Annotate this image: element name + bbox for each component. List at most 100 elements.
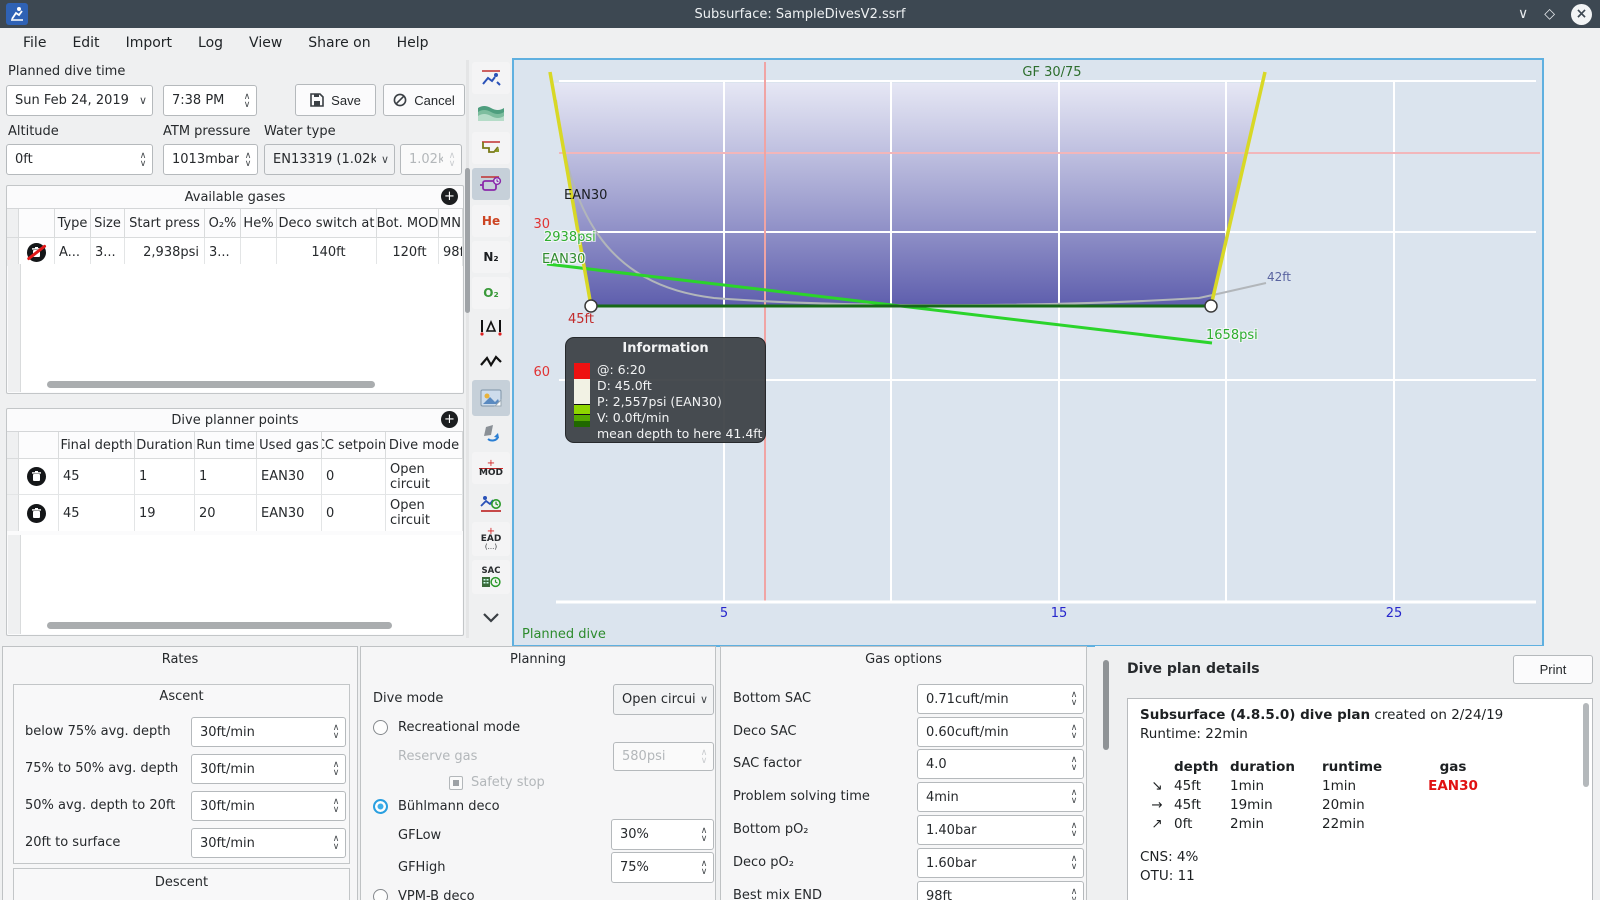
calculated-ceiling-toggle[interactable]: [472, 132, 510, 164]
col-bot-mod[interactable]: Bot. MOD: [377, 209, 439, 238]
col-duration[interactable]: Duration: [135, 432, 195, 459]
col-cc-setpoint[interactable]: CC setpoint: [322, 432, 386, 459]
gases-hscrollbar[interactable]: [47, 381, 375, 388]
col-type[interactable]: Type: [55, 209, 91, 238]
waypoint-handle[interactable]: [584, 299, 598, 313]
col-dive-mode[interactable]: Dive mode: [386, 432, 463, 459]
cell-o2[interactable]: 3...: [205, 238, 241, 266]
delete-point-icon[interactable]: [19, 459, 59, 495]
cell-final-depth[interactable]: 45: [59, 459, 135, 495]
bottom-po2-spinner[interactable]: 1.40bar: [917, 815, 1084, 845]
rate-spinner[interactable]: 30ft/min: [191, 791, 346, 821]
col-deco-switch[interactable]: Deco switch at: [277, 209, 377, 238]
cell-used-gas[interactable]: EAN30: [257, 459, 322, 495]
cell-deco-switch[interactable]: 140ft: [277, 238, 377, 266]
dive-date-select[interactable]: Sun Feb 24, 2019: [6, 85, 153, 116]
cell-used-gas[interactable]: EAN30: [257, 495, 322, 531]
dive-time-spinner[interactable]: 7:38 PM: [163, 85, 257, 116]
flip-profile-button[interactable]: [472, 418, 510, 450]
col-final-depth[interactable]: Final depth: [59, 432, 135, 459]
best-mix-end-spinner[interactable]: 98ft: [917, 881, 1084, 900]
menu-share-on[interactable]: Share on: [295, 35, 383, 51]
menu-help[interactable]: Help: [384, 35, 442, 51]
buhlmann-deco-radio[interactable]: [373, 799, 388, 814]
cell-final-depth[interactable]: 45: [59, 495, 135, 531]
cell-duration[interactable]: 1: [135, 459, 195, 495]
cell-mnd[interactable]: 98f: [439, 238, 463, 266]
menu-view[interactable]: View: [236, 35, 295, 51]
cell-cc-setpoint[interactable]: 0: [322, 495, 386, 531]
col-run-time[interactable]: Run time: [195, 432, 257, 459]
col-he[interactable]: He%: [241, 209, 277, 238]
points-hscrollbar[interactable]: [47, 622, 392, 629]
menu-import[interactable]: Import: [113, 35, 185, 51]
add-gas-button[interactable]: [441, 188, 458, 205]
cell-cc-setpoint[interactable]: 0: [322, 459, 386, 495]
rate-spinner[interactable]: 30ft/min: [191, 828, 346, 858]
cell-dive-mode[interactable]: Open circuit: [386, 459, 463, 495]
deco-po2-spinner[interactable]: 1.60bar: [917, 848, 1084, 878]
col-mnd[interactable]: MN: [439, 209, 463, 238]
ruler-toggle[interactable]: [472, 311, 510, 343]
dive-mode-select[interactable]: Open circuit: [613, 684, 714, 715]
gflow-spinner[interactable]: 30%: [611, 819, 714, 850]
cell-start-press[interactable]: 2,938psi: [125, 238, 205, 266]
maximize-icon[interactable]: ◇: [1544, 7, 1555, 21]
dive-profile-chart[interactable]: GF 30/75 30 60 5 15 25 EAN30 2938psi EAN…: [512, 58, 1544, 647]
delete-point-icon[interactable]: [19, 495, 59, 531]
dc-ceiling-toggle[interactable]: [472, 168, 510, 200]
cell-run-time[interactable]: 1: [195, 459, 257, 495]
altitude-spinner[interactable]: 0ft: [6, 144, 153, 175]
cell-duration[interactable]: 19: [135, 495, 195, 531]
add-point-button[interactable]: [441, 411, 458, 428]
cell-he[interactable]: [241, 238, 277, 266]
delete-gas-icon[interactable]: [19, 238, 55, 266]
photos-toggle[interactable]: [472, 380, 510, 416]
water-type-select[interactable]: EN13319 (1.02k: [264, 144, 395, 175]
cell-dive-mode[interactable]: Open circuit: [386, 495, 463, 531]
rate-spinner[interactable]: 30ft/min: [191, 717, 346, 747]
details-scrollbar[interactable]: [1103, 660, 1109, 750]
col-start-press[interactable]: Start press: [125, 209, 205, 238]
save-button[interactable]: Save: [295, 84, 376, 116]
cell-run-time[interactable]: 20: [195, 495, 257, 531]
bottom-sac-spinner[interactable]: 0.71cuft/min: [917, 684, 1084, 714]
nitrogen-graph-toggle[interactable]: N₂: [472, 241, 510, 273]
col-o2[interactable]: O₂%: [205, 209, 241, 238]
toolbar-scroll-down-button[interactable]: [472, 602, 510, 634]
helium-graph-toggle[interactable]: He: [472, 205, 510, 237]
minimize-icon[interactable]: ∨: [1518, 7, 1528, 21]
left-pane-scrollbar[interactable]: [465, 168, 470, 313]
waypoint-handle[interactable]: [1204, 299, 1218, 313]
recreational-mode-radio[interactable]: [373, 720, 388, 735]
rate-spinner[interactable]: 30ft/min: [191, 754, 346, 784]
heart-rate-toggle[interactable]: [472, 346, 510, 378]
deco-sac-spinner[interactable]: 0.60cuft/min: [917, 717, 1084, 747]
menu-edit[interactable]: Edit: [59, 35, 112, 51]
cell-size[interactable]: 3...: [91, 238, 125, 266]
dive-plan-text[interactable]: Subsurface (4.8.5.0) dive plan created o…: [1127, 698, 1593, 900]
sac-rate-toggle[interactable]: SAC: [472, 560, 510, 594]
sac-factor-spinner[interactable]: 4.0: [917, 749, 1084, 779]
print-button[interactable]: Print: [1513, 655, 1593, 684]
problem-solving-time-spinner[interactable]: 4min: [917, 782, 1084, 812]
cell-bot-mod[interactable]: 120ft: [377, 238, 439, 266]
profile-diver-toggle[interactable]: [472, 62, 510, 94]
ead-toggle[interactable]: + EAD (...): [472, 522, 510, 556]
cancel-button[interactable]: Cancel: [383, 84, 465, 116]
menu-log[interactable]: Log: [185, 35, 236, 51]
water-pressure-toggle[interactable]: [472, 96, 510, 128]
close-icon[interactable]: ×: [1571, 3, 1592, 25]
plan-text-scrollbar[interactable]: [1583, 703, 1589, 787]
sac-label: SAC: [481, 565, 501, 576]
vpmb-deco-radio[interactable]: [373, 889, 388, 900]
col-size[interactable]: Size: [91, 209, 125, 238]
cell-type[interactable]: A...: [55, 238, 91, 266]
oxygen-graph-toggle[interactable]: O₂: [472, 277, 510, 309]
atm-pressure-spinner[interactable]: 1013mbar: [163, 144, 258, 175]
menu-file[interactable]: File: [10, 35, 59, 51]
gfhigh-spinner[interactable]: 75%: [611, 852, 714, 883]
col-used-gas[interactable]: Used gas: [257, 432, 322, 459]
mod-toggle[interactable]: + MOD: [472, 452, 510, 484]
ndl-toggle[interactable]: [472, 487, 510, 519]
